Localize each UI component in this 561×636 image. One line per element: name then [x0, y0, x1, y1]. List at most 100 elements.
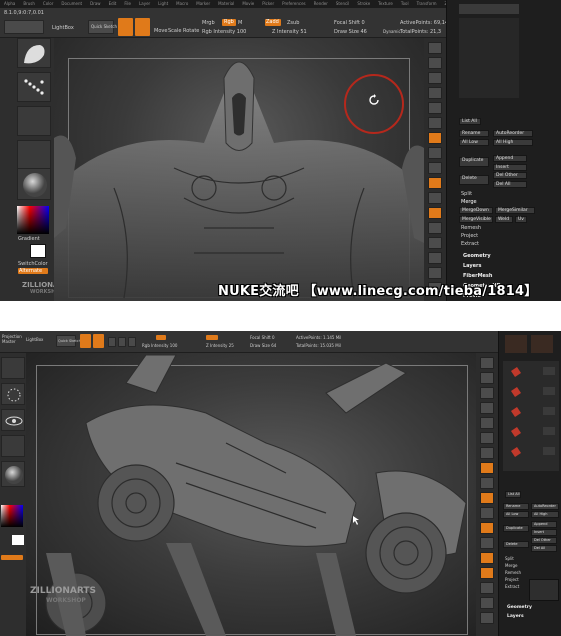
rgb-button[interactable] [156, 335, 166, 340]
right-shelf-button[interactable] [480, 597, 494, 609]
layers-section[interactable]: Layers [463, 263, 482, 269]
menu-item-file[interactable]: File [124, 1, 131, 6]
rotate-button[interactable]: Rotate [183, 28, 199, 34]
list-all-button[interactable]: List All [459, 118, 481, 125]
tool-thumb-1[interactable] [505, 335, 527, 353]
right-shelf-button[interactable] [428, 117, 442, 129]
stroke-thumbnail[interactable] [1, 383, 25, 405]
right-shelf-button[interactable] [480, 447, 494, 459]
right-shelf-button[interactable] [428, 132, 442, 144]
project-menu[interactable]: Project [461, 233, 478, 240]
extract-options[interactable] [529, 579, 559, 601]
focal-shift-slider[interactable]: Focal Shift 0 [250, 335, 275, 341]
menu-item-layer[interactable]: Layer [139, 1, 150, 6]
menu-item-render[interactable]: Render [314, 1, 328, 6]
menu-item-tool[interactable]: Tool [401, 1, 409, 6]
zadd-button[interactable] [206, 335, 218, 340]
viewport-canvas[interactable] [54, 38, 424, 301]
quick-sketch-button[interactable]: Quick Sketch [88, 20, 117, 34]
menu-item-color[interactable]: Color [43, 1, 53, 6]
auto-reorder-button[interactable]: AutoReorder [493, 130, 533, 137]
right-shelf-button[interactable] [428, 162, 442, 174]
del-other-button[interactable]: Del Other [493, 172, 527, 179]
projection-master-button[interactable]: Projection Master [2, 334, 24, 344]
menu-item-macro[interactable]: Macro [176, 1, 188, 6]
menu-item-marker[interactable]: Marker [196, 1, 210, 6]
subtool-list[interactable] [459, 18, 519, 98]
zsub-button[interactable]: Zsub [287, 20, 299, 26]
z-intensity-slider[interactable]: Z Intensity 51 [272, 29, 307, 35]
right-shelf-button[interactable] [480, 477, 494, 489]
geometry-section[interactable]: Geometry [463, 253, 491, 259]
del-other-button[interactable]: Del Other [531, 537, 557, 544]
merge-down-button[interactable]: MergeDown [459, 207, 493, 214]
menu-item-preferences[interactable]: Preferences [282, 1, 306, 6]
all-low-button[interactable]: All Low [503, 511, 529, 518]
tool-thumb-2[interactable] [531, 335, 553, 353]
rgb-intensity-slider[interactable]: Rgb Intensity 100 [202, 29, 246, 35]
right-shelf-button[interactable] [428, 252, 442, 264]
right-shelf-button[interactable] [480, 567, 494, 579]
texture-thumbnail[interactable] [1, 435, 25, 457]
weld-button[interactable]: Weld [495, 216, 513, 223]
right-shelf-button[interactable] [428, 222, 442, 234]
scale-button[interactable] [118, 337, 126, 347]
lightbox-button[interactable]: LightBox [26, 337, 43, 343]
right-shelf-button[interactable] [480, 432, 494, 444]
right-shelf-button[interactable] [480, 537, 494, 549]
delete-button[interactable]: Delete [459, 175, 489, 185]
rgb-button[interactable]: Rgb [222, 19, 236, 26]
main-color-swatch[interactable] [12, 535, 24, 545]
draw-size-slider[interactable]: Draw Size 46 [334, 29, 367, 35]
right-shelf-button[interactable] [480, 387, 494, 399]
right-shelf-button[interactable] [480, 582, 494, 594]
alternate-button[interactable] [1, 555, 23, 560]
edit-button[interactable] [118, 18, 133, 36]
color-picker[interactable] [1, 505, 23, 527]
right-shelf-button[interactable] [480, 507, 494, 519]
auto-reorder-button[interactable]: AutoReorder [531, 503, 559, 510]
zadd-button[interactable]: Zadd [265, 19, 281, 26]
duplicate-button[interactable]: Duplicate [503, 525, 529, 532]
extract-menu[interactable]: Extract [461, 241, 479, 248]
right-shelf-button[interactable] [428, 57, 442, 69]
right-shelf-button[interactable] [480, 492, 494, 504]
mrgb-button[interactable]: Mrgb [202, 20, 215, 26]
right-shelf-button[interactable] [480, 417, 494, 429]
insert-button[interactable]: Insert [493, 164, 527, 171]
menu-item-texture[interactable]: Texture [378, 1, 393, 6]
right-shelf-button[interactable] [480, 462, 494, 474]
uv-button[interactable]: Uv [515, 216, 527, 223]
alpha-thumbnail[interactable] [1, 409, 25, 431]
extract-menu[interactable]: Extract [505, 583, 519, 590]
menu-item-brush[interactable]: Brush [23, 1, 35, 6]
all-high-button[interactable]: All High [531, 511, 559, 518]
menu-item-stroke[interactable]: Stroke [357, 1, 370, 6]
menu-item-edit[interactable]: Edit [109, 1, 117, 6]
layers-section[interactable]: Layers [507, 614, 524, 619]
right-shelf-button[interactable] [480, 612, 494, 624]
color-picker[interactable] [17, 206, 49, 234]
insert-button[interactable]: Insert [531, 529, 557, 536]
del-all-button[interactable]: Del All [493, 181, 527, 188]
move-button[interactable]: Move [154, 28, 167, 34]
right-shelf-button[interactable] [480, 402, 494, 414]
edit-button[interactable] [80, 334, 91, 348]
move-button[interactable] [108, 337, 116, 347]
geometry-section[interactable]: Geometry [507, 605, 532, 610]
z-intensity-slider[interactable]: Z Intensity 25 [206, 343, 234, 349]
project-menu[interactable]: Project [505, 576, 519, 583]
menu-item-material[interactable]: Material [218, 1, 234, 6]
draw-button[interactable] [135, 18, 150, 36]
dynamic-toggle[interactable]: Dynamic [383, 29, 401, 35]
focal-shift-slider[interactable]: Focal Shift 0 [334, 20, 365, 26]
merge-visible-button[interactable]: MergeVisible [459, 216, 493, 223]
brush-thumbnail[interactable] [1, 357, 25, 379]
all-low-button[interactable]: All Low [459, 139, 489, 146]
right-shelf-button[interactable] [480, 552, 494, 564]
menu-item-stencil[interactable]: Stencil [336, 1, 350, 6]
append-button[interactable]: Append [493, 155, 527, 162]
subtool-list[interactable] [503, 361, 559, 471]
texture-thumbnail[interactable] [17, 140, 51, 170]
duplicate-button[interactable]: Duplicate [459, 157, 489, 167]
